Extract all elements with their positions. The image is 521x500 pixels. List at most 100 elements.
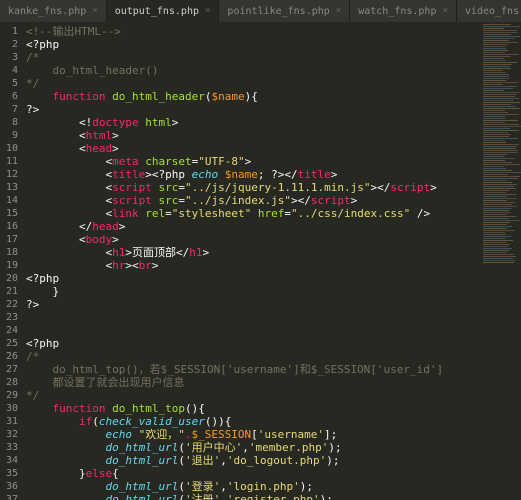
code-line[interactable]: function do_html_header($name){ — [26, 90, 481, 103]
minimap-line — [483, 34, 511, 35]
line-number: 5 — [6, 77, 18, 90]
minimap-line — [483, 44, 508, 45]
tab-bar: kanke_fns.php×output_fns.php×pointlike_f… — [0, 0, 521, 22]
code-line[interactable]: }else{ — [26, 467, 481, 480]
minimap-line — [483, 118, 506, 119]
code-line[interactable]: <?php — [26, 38, 481, 51]
line-number: 10 — [6, 142, 18, 155]
minimap-line — [483, 250, 509, 251]
minimap-line — [483, 176, 520, 177]
code-line[interactable]: do_html_url('退出','do_logout.php'); — [26, 454, 481, 467]
minimap-line — [483, 178, 518, 179]
code-line[interactable]: function do_html_top(){ — [26, 402, 481, 415]
code-line[interactable]: <meta charset="UTF-8"> — [26, 155, 481, 168]
minimap-line — [483, 24, 511, 25]
minimap-line — [483, 40, 509, 41]
code-line[interactable] — [26, 311, 481, 324]
code-line[interactable]: <!doctype html> — [26, 116, 481, 129]
line-number: 34 — [6, 454, 18, 467]
minimap-line — [483, 54, 519, 55]
minimap-line — [483, 226, 512, 227]
line-number: 33 — [6, 441, 18, 454]
code-line[interactable] — [26, 324, 481, 337]
code-line[interactable]: do_html_url('注册','register.php'); — [26, 493, 481, 500]
line-number: 13 — [6, 181, 18, 194]
line-number: 20 — [6, 272, 18, 285]
code-line[interactable]: do_html_header() — [26, 64, 481, 77]
minimap-line — [483, 204, 512, 205]
minimap-line — [483, 244, 510, 245]
code-area[interactable]: <!--输出HTML--><?php/* do_html_header()*/ … — [26, 22, 481, 500]
code-line[interactable]: <script src="../js/jquery-1.11.1.min.js"… — [26, 181, 481, 194]
minimap-line — [483, 68, 511, 69]
close-icon[interactable]: × — [336, 6, 341, 16]
minimap-line — [483, 148, 516, 149]
code-line[interactable]: do_html_url('用户中心','member.php'); — [26, 441, 481, 454]
code-line[interactable]: ?> — [26, 103, 481, 116]
minimap-line — [483, 210, 509, 211]
close-icon[interactable]: × — [442, 6, 447, 16]
minimap-line — [483, 172, 521, 173]
minimap-line — [483, 212, 511, 213]
minimap-line — [483, 258, 513, 259]
tab-video_fns-php[interactable]: video_fns.php× — [457, 0, 521, 22]
minimap-line — [483, 134, 511, 135]
minimap-line — [483, 32, 518, 33]
minimap-line — [483, 70, 503, 71]
code-line[interactable]: /* — [26, 350, 481, 363]
code-line[interactable]: ?> — [26, 298, 481, 311]
code-line[interactable]: 都设置了就会出现用户信息 — [26, 376, 481, 389]
code-line[interactable]: do_html_top()，若$_SESSION['username']和$_S… — [26, 363, 481, 376]
code-line[interactable]: <script src="../js/index.js"></script> — [26, 194, 481, 207]
minimap-line — [483, 106, 516, 107]
code-line[interactable]: <?php — [26, 337, 481, 350]
line-number: 36 — [6, 480, 18, 493]
minimap-line — [483, 174, 508, 175]
tab-output_fns-php[interactable]: output_fns.php× — [107, 0, 220, 22]
minimap-line — [483, 62, 517, 63]
code-line[interactable]: <title><?php echo $name; ?></title> — [26, 168, 481, 181]
code-line[interactable]: <?php — [26, 272, 481, 285]
minimap-line — [483, 238, 506, 239]
code-line[interactable]: </head> — [26, 220, 481, 233]
close-icon[interactable]: × — [205, 6, 210, 16]
minimap-line — [483, 182, 512, 183]
tab-kanke_fns-php[interactable]: kanke_fns.php× — [0, 0, 107, 22]
minimap-line — [483, 50, 508, 51]
code-line[interactable]: <head> — [26, 142, 481, 155]
minimap-line — [483, 130, 519, 131]
minimap-line — [483, 222, 510, 223]
minimap[interactable] — [481, 22, 521, 500]
line-number: 15 — [6, 207, 18, 220]
minimap-line — [483, 224, 507, 225]
minimap-line — [483, 166, 504, 167]
minimap-line — [483, 146, 517, 147]
code-line[interactable]: */ — [26, 77, 481, 90]
code-line[interactable]: <h1>页面顶部</h1> — [26, 246, 481, 259]
code-line[interactable]: */ — [26, 389, 481, 402]
minimap-line — [483, 90, 504, 91]
line-number: 12 — [6, 168, 18, 181]
minimap-line — [483, 114, 519, 115]
code-line[interactable]: <html> — [26, 129, 481, 142]
code-line[interactable]: } — [26, 285, 481, 298]
tab-pointlike_fns-php[interactable]: pointlike_fns.php× — [219, 0, 350, 22]
code-line[interactable]: if(check_valid_user()){ — [26, 415, 481, 428]
code-line[interactable]: <!--输出HTML--> — [26, 25, 481, 38]
minimap-line — [483, 218, 509, 219]
code-line[interactable]: <link rel="stylesheet" href="../css/inde… — [26, 207, 481, 220]
code-line[interactable]: echo "欢迎，".$_SESSION['username']; — [26, 428, 481, 441]
code-line[interactable]: do_html_url('登录','login.php'); — [26, 480, 481, 493]
minimap-line — [483, 158, 515, 159]
minimap-line — [483, 202, 515, 203]
line-number: 11 — [6, 155, 18, 168]
minimap-line — [483, 30, 517, 31]
minimap-line — [483, 216, 516, 217]
minimap-line — [483, 144, 519, 145]
minimap-line — [483, 132, 508, 133]
code-line[interactable]: <hr><br> — [26, 259, 481, 272]
tab-watch_fns-php[interactable]: watch_fns.php× — [350, 0, 457, 22]
code-line[interactable]: /* — [26, 51, 481, 64]
close-icon[interactable]: × — [92, 6, 97, 16]
code-line[interactable]: <body> — [26, 233, 481, 246]
